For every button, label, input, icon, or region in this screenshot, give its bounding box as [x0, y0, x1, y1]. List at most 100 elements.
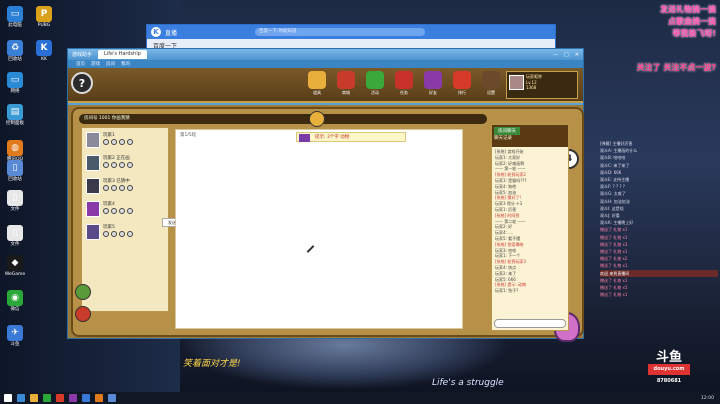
- desktop-icon[interactable]: ▯ 文件: [1, 225, 29, 247]
- game-window[interactable]: 游戏助手 Life's Hardship — □ ✕ 首页 游戏 房间 我的 ? 道具 商城…: [67, 48, 584, 342]
- tool-icon[interactable]: [111, 139, 117, 145]
- game-top-button[interactable]: 好友: [420, 71, 446, 99]
- chat-input[interactable]: [494, 319, 566, 328]
- player-avatar: [86, 224, 100, 240]
- stream-chat-line: 观众K: 主播晚上好: [600, 220, 634, 226]
- tool-icon[interactable]: [103, 208, 109, 214]
- player-name: 玩家1: [103, 133, 115, 138]
- stream-chat-line: 赠送了 礼物 x3: [600, 241, 628, 247]
- chat-tab[interactable]: 房间聊天: [494, 127, 520, 135]
- taskbar-app-icon[interactable]: [108, 394, 116, 402]
- taskbar-app-icon[interactable]: [43, 394, 51, 402]
- start-icon[interactable]: [4, 394, 12, 402]
- player-tools: [103, 162, 133, 168]
- taskbar-app-icon[interactable]: [30, 394, 38, 402]
- tool-icon[interactable]: [111, 231, 117, 237]
- taskbar-app-icon[interactable]: [17, 394, 25, 402]
- game-button-icon: [453, 71, 471, 89]
- game-top-button[interactable]: 商城: [333, 71, 359, 99]
- browser-title: 直播: [165, 29, 178, 37]
- player-entry[interactable]: 玩家3 已猜中: [86, 178, 166, 200]
- tool-icon[interactable]: [111, 162, 117, 168]
- game-top-button[interactable]: 设置: [478, 71, 504, 99]
- exit-room-icon[interactable]: [75, 306, 91, 322]
- tool-icon[interactable]: [127, 139, 133, 145]
- subtitle-text: 笑着面对才是!: [183, 359, 241, 369]
- game-window-titlebar[interactable]: 游戏助手 Life's Hardship — □ ✕: [68, 49, 583, 60]
- desktop-app-icon: ▭: [7, 72, 23, 88]
- taskbar: 12:00: [0, 392, 720, 404]
- tool-icon[interactable]: [119, 185, 125, 191]
- drawing-canvas[interactable]: 第1/5轮 提示: 3个字 动物 4: [175, 129, 580, 342]
- tool-icon[interactable]: [127, 208, 133, 214]
- stream-chat: [弹幕] 主播好厉害 观众A: 主播画的什么 观众B: 哈哈哈 观众C: 来了来了 观众…: [600, 140, 718, 340]
- tool-icon[interactable]: [103, 185, 109, 191]
- desktop-app-icon: ♻: [7, 40, 23, 56]
- chat-panel: 房间聊天 聊天记录 [系统] 游戏开始 玩家1: 大家好 玩家2: 好难画啊 —— 第…: [491, 124, 569, 331]
- taskbar-app-icon[interactable]: [56, 394, 64, 402]
- game-top-button[interactable]: 道具: [304, 71, 330, 99]
- room-bag-icon[interactable]: [309, 111, 325, 127]
- browser-titlebar[interactable]: K 直播 百度一下,你就知道: [147, 25, 555, 39]
- game-top-button[interactable]: 任务: [391, 71, 417, 99]
- desktop-icon[interactable]: ▤ 控制面板: [1, 104, 29, 126]
- stream-chat-line: 欢迎 来到直播间: [600, 269, 718, 277]
- game-logo-icon[interactable]: ?: [71, 72, 93, 94]
- tool-icon[interactable]: [127, 162, 133, 168]
- window-control-button[interactable]: —: [553, 52, 558, 58]
- desktop-icon[interactable]: ▯ 文件: [1, 190, 29, 212]
- tool-icon[interactable]: [119, 162, 125, 168]
- desktop-app-icon: ◉: [7, 290, 23, 306]
- tool-icon[interactable]: [103, 139, 109, 145]
- nav-item[interactable]: 游戏: [91, 61, 100, 67]
- desktop-icon[interactable]: ◆ WeGame: [1, 255, 29, 277]
- desktop-icon[interactable]: ◉ 微信: [1, 290, 29, 312]
- player-entry[interactable]: 玩家4: [86, 201, 166, 223]
- player-avatar: [86, 201, 100, 217]
- desktop-icon[interactable]: P PUBG: [30, 6, 58, 28]
- hint-text: 提示: 3个字 动物: [315, 135, 350, 140]
- tool-icon[interactable]: [119, 139, 125, 145]
- player-entry[interactable]: 玩家2 正在画: [86, 155, 166, 177]
- stream-chat-line: 观众H: 加油加油: [600, 198, 630, 204]
- tool-icon[interactable]: [127, 185, 133, 191]
- tool-icon[interactable]: [111, 185, 117, 191]
- game-window-tab[interactable]: Life's Hardship: [98, 50, 147, 59]
- desktop-icon-label: 微信: [10, 307, 20, 312]
- nav-item[interactable]: 房间: [106, 61, 115, 67]
- taskbar-app-icon[interactable]: [95, 394, 103, 402]
- emoji-icon[interactable]: [75, 284, 91, 300]
- room-info-bar: 房间号 1001 你画我猜: [79, 114, 487, 124]
- tool-icon[interactable]: [103, 162, 109, 168]
- window-control-button[interactable]: □: [564, 52, 569, 58]
- game-top-button[interactable]: 排行: [449, 71, 475, 99]
- desktop-icon[interactable]: ◍腾讯QQ: [1, 140, 29, 162]
- tool-icon[interactable]: [119, 231, 125, 237]
- desktop-icon[interactable]: ▯ 回收站: [1, 160, 29, 182]
- nav-item[interactable]: 我的: [121, 61, 130, 67]
- taskbar-app-icon[interactable]: [69, 394, 77, 402]
- desktop-icon[interactable]: K KK: [30, 40, 58, 62]
- hint-avatar: [299, 134, 310, 142]
- user-info[interactable]: 玩家昵称 Lv.12 1368: [506, 71, 578, 99]
- taskbar-clock[interactable]: 12:00: [701, 396, 714, 401]
- desktop-icon[interactable]: ✈ 斗鱼: [1, 325, 29, 347]
- stream-chat-line: 赠送了 礼物 x1: [600, 234, 628, 240]
- game-room: 房间号 1001 你画我猜 发送 玩家1 玩家2 正在画 玩家3 已猜中 玩家4 玩家5…: [71, 107, 584, 342]
- taskbar-app-icon[interactable]: [82, 394, 90, 402]
- player-name: 玩家2 正在画: [103, 156, 130, 161]
- desktop-icon[interactable]: ♻ 回收站: [1, 40, 29, 62]
- player-entry[interactable]: 玩家1: [86, 132, 166, 154]
- game-button-label: 活动: [371, 90, 379, 95]
- tool-icon[interactable]: [119, 208, 125, 214]
- game-top-button[interactable]: 活动: [362, 71, 388, 99]
- window-control-button[interactable]: ✕: [575, 52, 579, 58]
- tool-icon[interactable]: [103, 231, 109, 237]
- tool-icon[interactable]: [111, 208, 117, 214]
- nav-item[interactable]: 首页: [76, 61, 85, 67]
- desktop-icon[interactable]: ▭ 网络: [1, 72, 29, 94]
- desktop-icon[interactable]: ▭ 此电脑: [1, 6, 29, 28]
- player-entry[interactable]: 玩家5: [86, 224, 166, 246]
- tool-icon[interactable]: [127, 231, 133, 237]
- browser-url-bar[interactable]: 百度一下,你就知道: [255, 28, 425, 36]
